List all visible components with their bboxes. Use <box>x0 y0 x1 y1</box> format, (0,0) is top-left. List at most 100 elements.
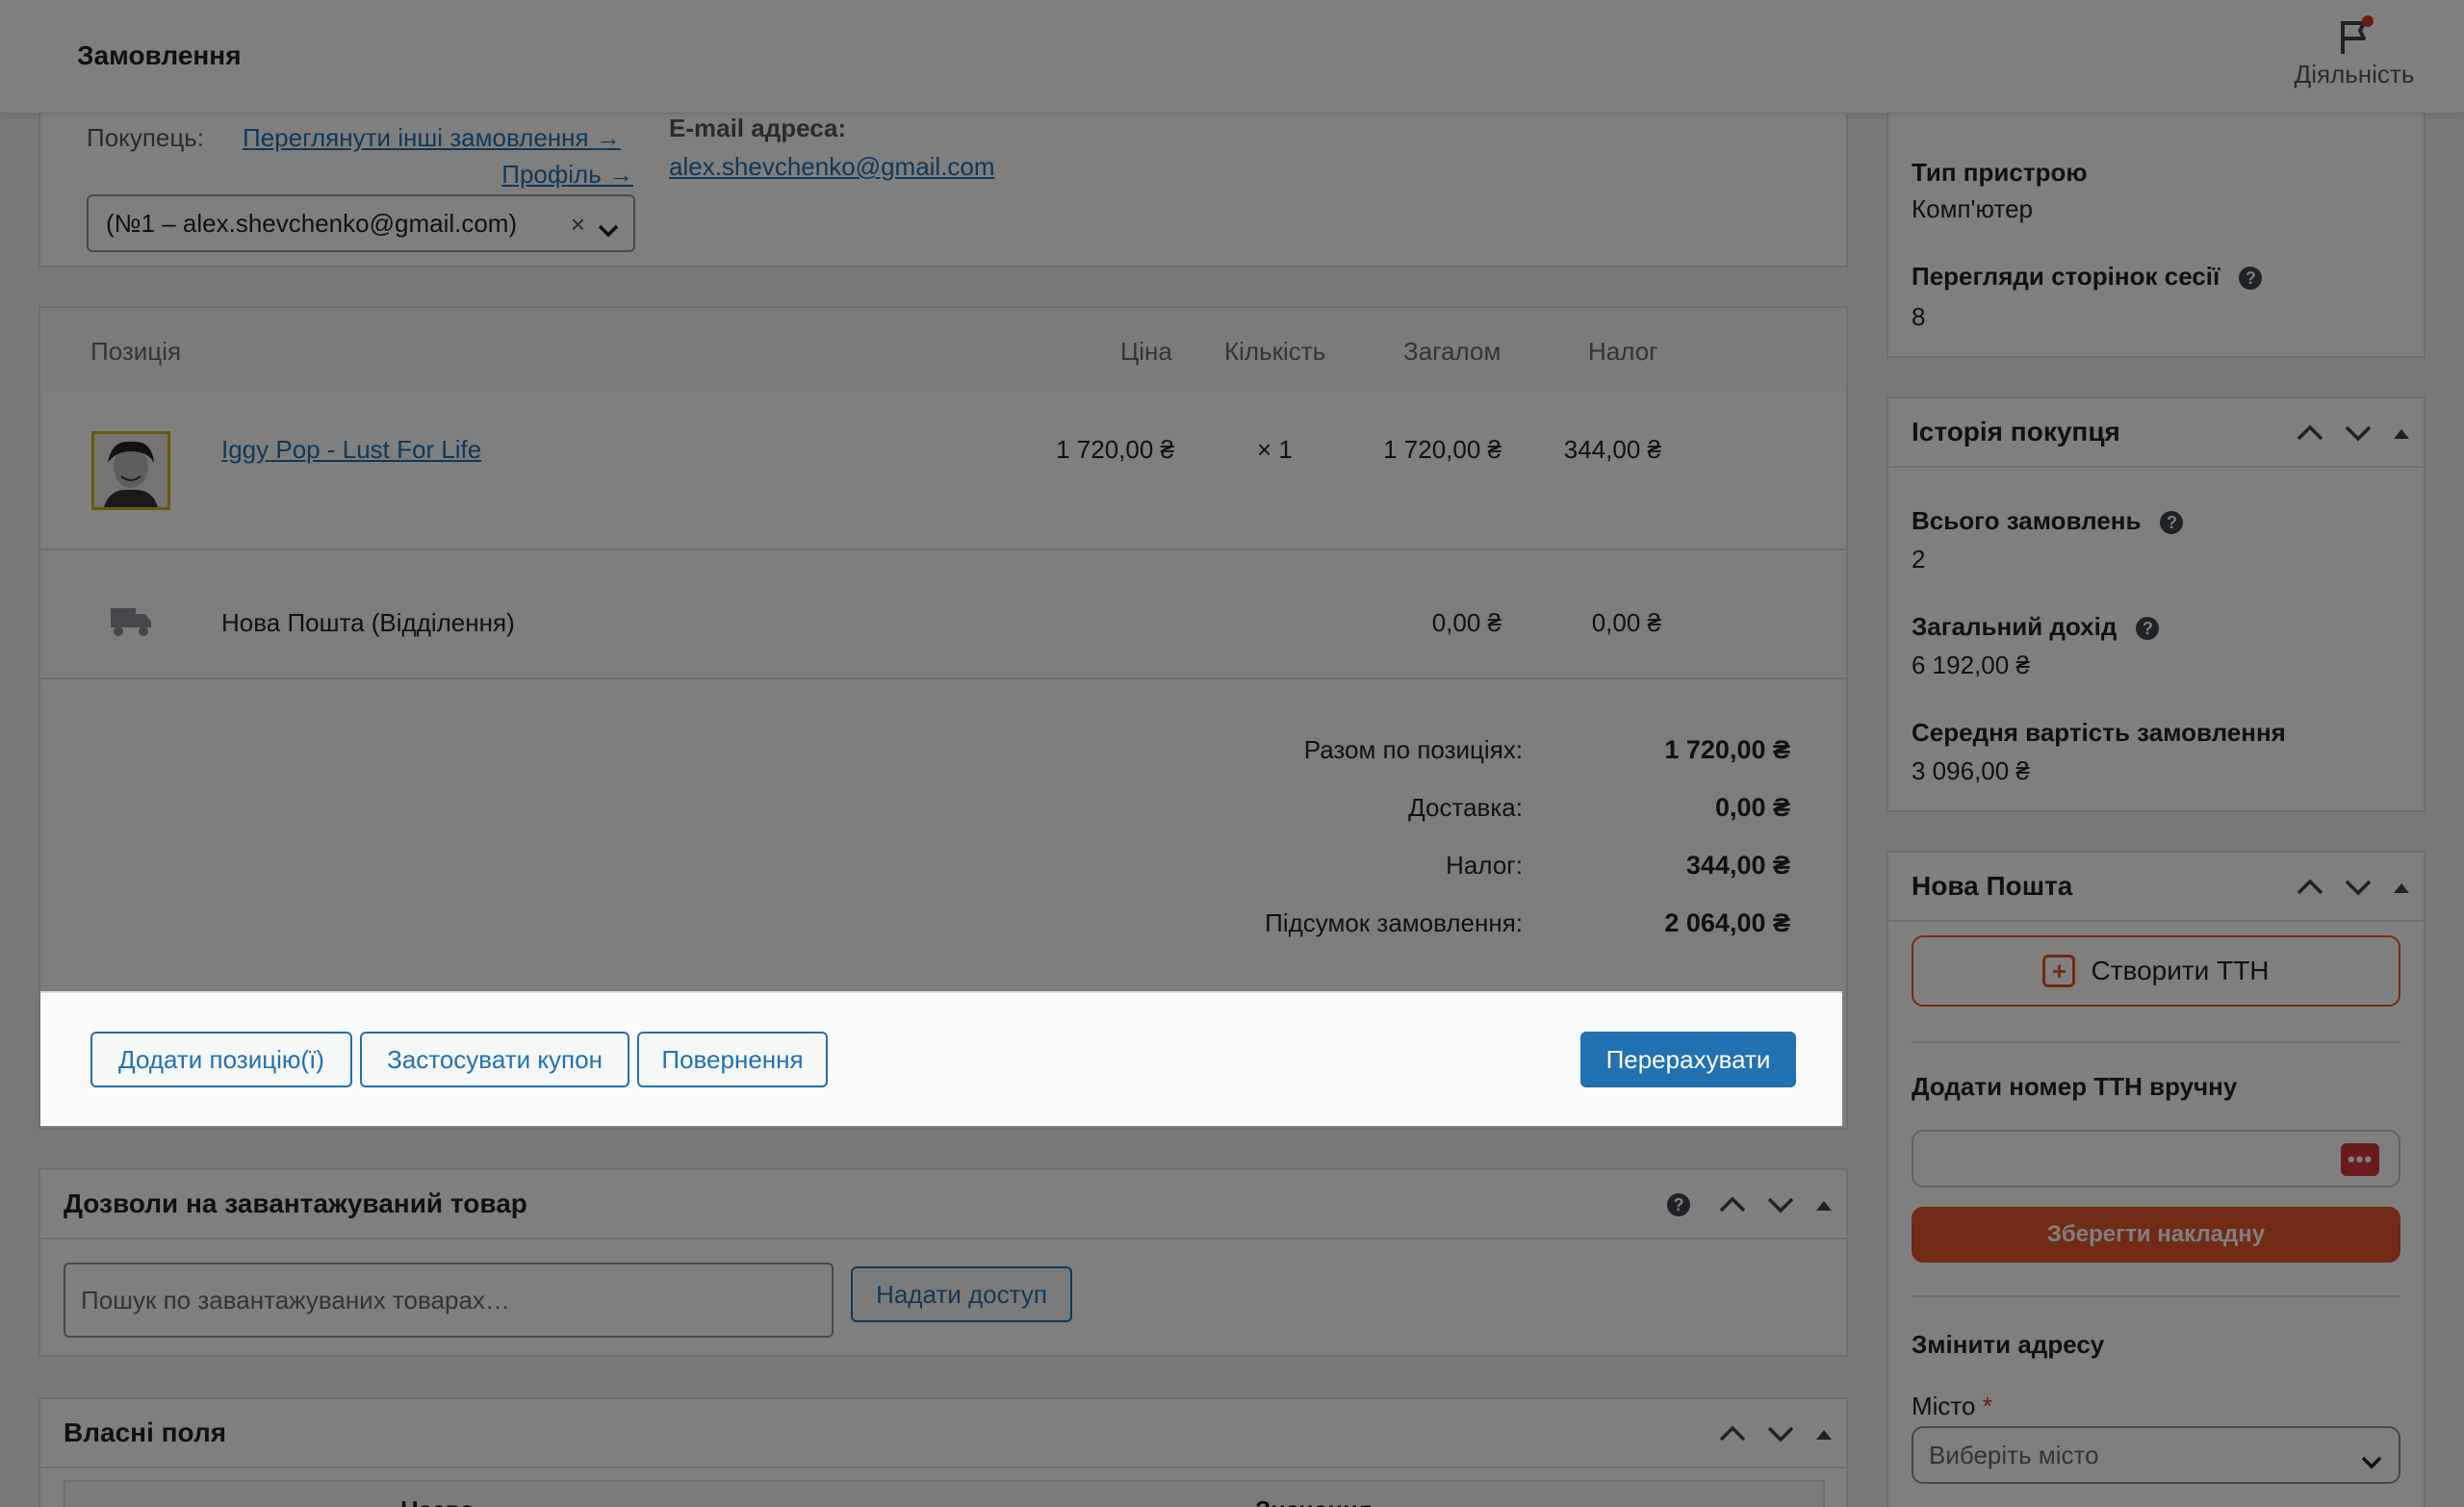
product-thumbnail <box>91 431 170 510</box>
nova-poshta-title: Нова Пошта <box>1912 871 2073 901</box>
toggle-panel-icon[interactable] <box>1813 1426 1835 1442</box>
customer-select[interactable]: (№1 – alex.shevchenko@gmail.com) × <box>87 194 635 252</box>
activity-button[interactable]: Діяльність <box>2268 15 2441 89</box>
total-orders-label: Всього замовлень? <box>1912 506 2184 536</box>
divider <box>1912 1295 2400 1297</box>
total-revenue-value: 6 192,00 ₴ <box>1912 651 2030 679</box>
col-tax: Налог <box>1588 337 1658 366</box>
create-ttn-label: Створити ТТН <box>2091 956 2270 985</box>
col-value: Значення <box>1255 1495 1373 1507</box>
customer-history-header: Історія покупця <box>1888 398 2424 468</box>
move-down-icon[interactable] <box>1765 1424 1796 1443</box>
move-down-icon[interactable] <box>2343 878 2374 897</box>
shipping-total: 0,00 ₴ <box>1431 608 1502 637</box>
downloads-title: Дозволи на завантажуваний товар <box>64 1188 527 1218</box>
move-up-icon[interactable] <box>2295 878 2325 897</box>
overlay-dim-left <box>0 991 40 1126</box>
email-link[interactable]: alex.shevchenko@gmail.com <box>669 152 995 182</box>
shipping-tax: 0,00 ₴ <box>1591 608 1661 637</box>
shipping-name: Нова Пошта (Відділення) <box>221 608 515 637</box>
toggle-panel-icon[interactable] <box>2391 880 2412 895</box>
city-label: Місто * <box>1912 1392 1992 1420</box>
move-up-icon[interactable] <box>1717 1195 1748 1214</box>
item-qty: × 1 <box>1257 435 1293 464</box>
col-total: Загалом <box>1403 337 1502 366</box>
item-total: 1 720,00 ₴ <box>1383 435 1502 464</box>
clear-icon[interactable]: × <box>571 210 585 240</box>
apply-coupon-button[interactable]: Застосувати купон <box>360 1032 629 1087</box>
email-label: E-mail адреса: <box>669 114 847 142</box>
password-manager-icon[interactable]: ••• <box>2341 1143 2379 1176</box>
city-select[interactable]: Виберіть місто <box>1912 1426 2400 1484</box>
move-down-icon[interactable] <box>2343 423 2374 443</box>
col-item: Позиція <box>90 337 182 366</box>
notification-dot <box>2362 15 2374 27</box>
customer-label: Покупець: <box>87 123 205 152</box>
move-up-icon[interactable] <box>1717 1424 1748 1443</box>
help-icon[interactable]: ? <box>2160 511 2184 535</box>
tax-total-label: Налог: <box>1446 851 1523 880</box>
tax-total-value: 344,00 ₴ <box>1685 851 1790 880</box>
downloads-search-input[interactable]: Пошук по завантажуваних товарах… <box>64 1263 834 1338</box>
product-link[interactable]: Iggy Pop - Lust For Life <box>221 435 481 465</box>
toggle-panel-icon[interactable] <box>1813 1197 1835 1213</box>
item-row-bg <box>40 391 1846 550</box>
total-orders-value: 2 <box>1912 545 1926 574</box>
add-items-button[interactable]: Додати позицію(ї) <box>90 1032 352 1087</box>
help-icon[interactable]: ? <box>2239 267 2263 291</box>
subtotal-value: 1 720,00 ₴ <box>1664 735 1790 764</box>
other-orders-link[interactable]: Переглянути інші замовлення → <box>243 123 621 153</box>
order-total-label: Підсумок замовлення: <box>1265 908 1523 937</box>
create-ttn-button[interactable]: + Створити ТТН <box>1912 935 2400 1007</box>
items-header-row <box>40 308 1846 391</box>
custom-fields-header: Власні поля <box>40 1399 1846 1469</box>
help-icon[interactable]: ? <box>2136 617 2160 641</box>
col-qty: Кількість <box>1224 337 1326 366</box>
pageviews-label: Перегляди сторінок сесії? <box>1912 262 2263 292</box>
save-invoice-button[interactable]: Зберегти накладну <box>1912 1207 2400 1263</box>
move-up-icon[interactable] <box>2295 423 2325 443</box>
customer-history-panel: Історія покупця <box>1886 396 2426 812</box>
toggle-panel-icon[interactable] <box>2391 425 2412 441</box>
flag-icon <box>2335 15 2374 56</box>
change-address-label: Змінити адресу <box>1912 1330 2105 1359</box>
divider <box>1912 1041 2400 1043</box>
help-icon[interactable]: ? <box>1667 1193 1690 1216</box>
refund-button[interactable]: Повернення <box>637 1032 828 1087</box>
required-marker: * <box>1982 1392 1992 1420</box>
activity-label: Діяльність <box>2294 60 2415 89</box>
top-header: Замовлення Діяльність <box>0 0 2464 114</box>
items-actions-bar: Додати позицію(ї) Застосувати купон Пове… <box>40 991 1842 1126</box>
item-tax: 344,00 ₴ <box>1563 435 1661 464</box>
shipping-total-label: Доставка: <box>1408 793 1523 822</box>
col-price: Ціна <box>1120 337 1172 366</box>
custom-fields-panel: Власні поля Назва Значення <box>38 1397 1848 1507</box>
order-total-value: 2 064,00 ₴ <box>1664 908 1790 937</box>
ttn-number-input[interactable]: ••• <box>1912 1130 2400 1188</box>
chevron-down-icon <box>597 216 620 245</box>
shipping-total-value: 0,00 ₴ <box>1714 793 1790 822</box>
avg-order-value: 3 096,00 ₴ <box>1912 756 2030 785</box>
nova-poshta-header: Нова Пошта <box>1888 853 2424 922</box>
item-price: 1 720,00 ₴ <box>1056 435 1174 464</box>
truck-icon <box>111 604 153 644</box>
city-select-placeholder: Виберіть місто <box>1929 1440 2099 1469</box>
customer-select-value: (№1 – alex.shevchenko@gmail.com) <box>106 208 518 238</box>
grant-access-button[interactable]: Надати доступ <box>851 1266 1072 1322</box>
customer-history-title: Історія покупця <box>1912 417 2120 447</box>
device-type-label: Тип пристрою <box>1912 158 2088 187</box>
device-type-value: Комп'ютер <box>1912 194 2033 223</box>
session-info-panel <box>1886 96 2426 358</box>
chevron-down-icon <box>2360 1447 2383 1477</box>
plus-icon: + <box>2042 955 2076 987</box>
page-title: Замовлення <box>77 40 242 70</box>
total-revenue-label: Загальний дохід? <box>1912 612 2160 642</box>
recalculate-button[interactable]: Перерахувати <box>1580 1032 1796 1087</box>
move-down-icon[interactable] <box>1765 1195 1796 1214</box>
pageviews-value: 8 <box>1912 302 1926 331</box>
custom-fields-table-head: Назва Значення <box>64 1480 1825 1507</box>
downloads-search-placeholder: Пошук по завантажуваних товарах… <box>81 1285 510 1315</box>
downloads-panel-header: Дозволи на завантажуваний товар ? <box>40 1170 1846 1239</box>
profile-link[interactable]: Профіль → <box>501 160 633 190</box>
subtotal-label: Разом по позиціях: <box>1303 735 1523 764</box>
